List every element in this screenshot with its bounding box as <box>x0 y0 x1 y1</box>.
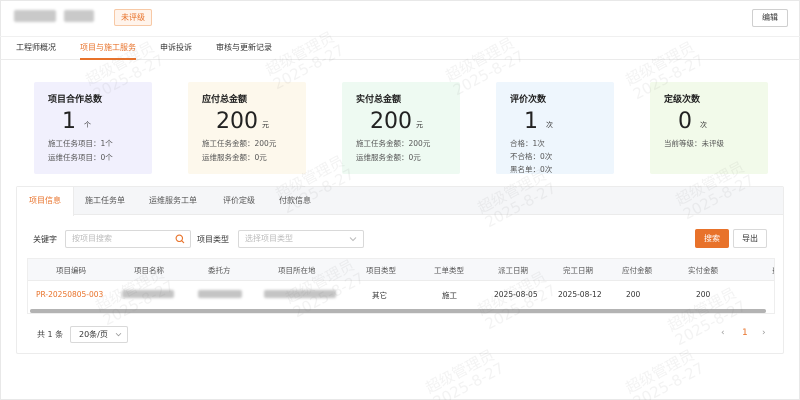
col-dispatch-date: 派工日期 <box>498 266 528 275</box>
col-paid: 实付金额 <box>688 266 718 275</box>
table-row[interactable]: PR-20250805-003 其它 施工 2025-08-05 2025-08… <box>28 281 774 307</box>
next-page-icon[interactable]: › <box>762 328 766 338</box>
stat-detail: 施工任务金额：200元 <box>356 139 431 148</box>
stat-detail: 施工任务金额：200元 <box>202 139 277 148</box>
col-project-name: 项目名称 <box>134 266 164 275</box>
tab-audit-records[interactable]: 审核与更新记录 <box>216 42 272 53</box>
stat-value: 200 <box>370 109 412 134</box>
project-panel: 项目信息 施工任务单 运维服务工单 评价定级 付款信息 关键字 按项目搜索 项目… <box>16 186 784 354</box>
cell-payable: 200 <box>626 290 641 299</box>
engineer-id-redacted <box>64 10 94 22</box>
stat-detail: 合格：1次 <box>510 139 545 148</box>
chevron-down-icon <box>115 332 122 337</box>
horizontal-scrollbar[interactable] <box>30 309 766 313</box>
main-tabs: 工程师概况 项目与施工服务 申诉投诉 审核与更新记录 <box>0 36 800 60</box>
stat-unit: 个 <box>84 121 91 129</box>
project-table: 项目编码 项目名称 委托方 项目所在地 项目类型 工单类型 派工日期 完工日期 … <box>27 258 775 314</box>
stat-unit: 元 <box>262 121 269 129</box>
rating-badge: 未评级 <box>114 9 152 26</box>
cell-order-type: 施工 <box>442 291 457 300</box>
stat-title: 定级次数 <box>664 95 701 105</box>
subtab-payment-info[interactable]: 付款信息 <box>279 187 311 215</box>
col-order-type: 工单类型 <box>434 266 464 275</box>
stat-detail: 运维服务金额：0元 <box>202 153 267 162</box>
project-type-select[interactable]: 选择项目类型 <box>238 230 364 248</box>
stat-value: 200 <box>216 109 258 134</box>
stat-unit: 元 <box>416 121 423 129</box>
cell-paid: 200 <box>696 290 711 299</box>
stat-card-projects: 项目合作总数 1 个 施工任务项目：1个 运维任务项目：0个 <box>34 82 152 174</box>
page-number-current[interactable]: 1 <box>742 328 748 338</box>
col-payable: 应付金额 <box>622 266 652 275</box>
stat-detail: 运维任务项目：0个 <box>48 153 113 162</box>
stat-card-paid: 实付总金额 200 元 施工任务金额：200元 运维服务金额：0元 <box>342 82 460 174</box>
keyword-placeholder: 按项目搜索 <box>72 234 112 243</box>
project-code-link[interactable]: PR-20250805-003 <box>36 290 103 299</box>
stat-title: 项目合作总数 <box>48 95 103 105</box>
header: 未评级 编辑 <box>0 0 800 36</box>
stat-card-reviews: 评价次数 1 次 合格：1次 不合格：0次 黑名单：0次 <box>496 82 614 174</box>
stat-value: 1 <box>524 109 538 134</box>
total-count: 共 1 条 <box>37 330 64 339</box>
stat-detail: 施工任务项目：1个 <box>48 139 113 148</box>
page-size-select[interactable]: 20条/页 <box>70 326 128 343</box>
chevron-down-icon <box>349 237 357 242</box>
cell-project-type: 其它 <box>372 291 387 300</box>
col-location: 项目所在地 <box>278 266 316 275</box>
stat-title: 评价次数 <box>510 95 547 105</box>
export-button[interactable]: 导出 <box>733 229 767 248</box>
project-type-label: 项目类型 <box>197 235 229 244</box>
cell-finish-date: 2025-08-12 <box>558 290 602 299</box>
stat-card-payable: 应付总金额 200 元 施工任务金额：200元 运维服务金额：0元 <box>188 82 306 174</box>
stat-title: 实付总金额 <box>356 95 402 105</box>
stat-unit: 次 <box>546 121 553 129</box>
col-project-type: 项目类型 <box>366 266 396 275</box>
page-size-value: 20条/页 <box>79 330 108 339</box>
stat-value: 0 <box>678 109 692 134</box>
client-redacted <box>198 290 242 298</box>
col-client: 委托方 <box>208 266 231 275</box>
subtab-project-info[interactable]: 项目信息 <box>17 187 74 216</box>
stat-value: 1 <box>62 109 76 134</box>
col-finish-date: 完工日期 <box>563 266 593 275</box>
table-header: 项目编码 项目名称 委托方 项目所在地 项目类型 工单类型 派工日期 完工日期 … <box>28 259 774 281</box>
tab-appeals[interactable]: 申诉投诉 <box>160 42 192 53</box>
keyword-label: 关键字 <box>33 235 57 244</box>
location-redacted <box>264 290 336 298</box>
stat-detail: 当前等级：未评级 <box>664 139 724 148</box>
cell-dispatch-date: 2025-08-05 <box>494 290 538 299</box>
keyword-search-input[interactable]: 按项目搜索 <box>65 230 191 248</box>
col-project-code: 项目编码 <box>56 266 86 275</box>
stat-title: 应付总金额 <box>202 95 248 105</box>
sub-tabs: 项目信息 施工任务单 运维服务工单 评价定级 付款信息 <box>17 187 783 216</box>
subtab-maintenance-orders[interactable]: 运维服务工单 <box>149 187 197 215</box>
project-name-redacted <box>122 290 174 298</box>
stat-unit: 次 <box>700 121 707 129</box>
tab-projects-services[interactable]: 项目与施工服务 <box>80 42 136 60</box>
subtab-construction-tasks[interactable]: 施工任务单 <box>85 187 125 215</box>
col-truncated: 费 <box>772 265 774 276</box>
stat-detail: 不合格：0次 <box>510 152 553 161</box>
prev-page-icon[interactable]: ‹ <box>721 328 725 338</box>
engineer-name-redacted <box>14 10 56 22</box>
edit-button[interactable]: 编辑 <box>752 9 788 27</box>
search-button[interactable]: 搜索 <box>695 229 729 248</box>
subtab-rating[interactable]: 评价定级 <box>223 187 255 215</box>
stat-card-grading: 定级次数 0 次 当前等级：未评级 <box>650 82 768 174</box>
project-type-placeholder: 选择项目类型 <box>245 234 293 243</box>
stat-detail: 运维服务金额：0元 <box>356 153 421 162</box>
search-icon[interactable] <box>175 234 185 244</box>
tab-engineer-overview[interactable]: 工程师概况 <box>16 42 56 53</box>
stat-detail: 黑名单：0次 <box>510 165 553 174</box>
